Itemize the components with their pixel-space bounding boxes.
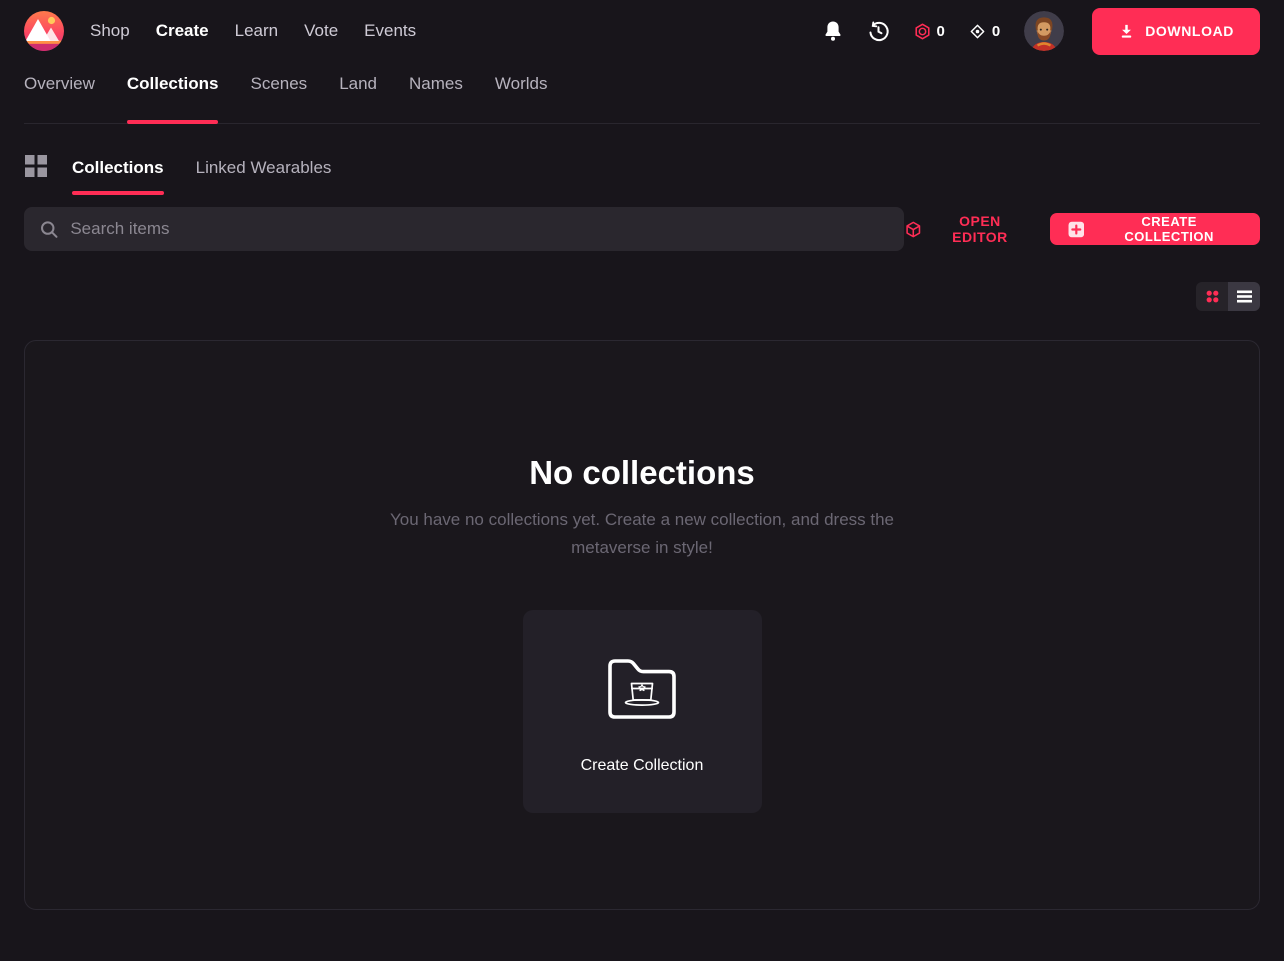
subnav-item-names[interactable]: Names xyxy=(409,74,463,123)
search-and-actions-row: OPEN EDITOR CREATE COLLECTION xyxy=(24,207,1260,251)
mana-balance[interactable]: 0 xyxy=(914,23,945,40)
polygon-mana-balance-value: 0 xyxy=(992,23,1000,40)
subnav-item-land[interactable]: Land xyxy=(339,74,377,123)
nav-item-create[interactable]: Create xyxy=(156,21,209,41)
plus-square-icon xyxy=(1068,221,1085,238)
search-icon xyxy=(40,220,58,239)
mana-balance-value: 0 xyxy=(937,23,945,40)
search-box[interactable] xyxy=(24,207,904,251)
actions: OPEN EDITOR CREATE COLLECTION xyxy=(904,213,1260,245)
nav-item-events[interactable]: Events xyxy=(364,21,416,41)
nav-item-shop[interactable]: Shop xyxy=(90,21,130,41)
open-editor-button[interactable]: OPEN EDITOR xyxy=(904,213,1030,245)
grid-squares-icon xyxy=(24,154,48,183)
top-navigation: Shop Create Learn Vote Events xyxy=(90,21,416,41)
decentraland-logo-icon[interactable] xyxy=(24,11,64,51)
create-collection-label: CREATE COLLECTION xyxy=(1096,214,1242,244)
download-button[interactable]: DOWNLOAD xyxy=(1092,8,1260,55)
polygon-mana-balance[interactable]: 0 xyxy=(969,23,1000,40)
nav-item-learn[interactable]: Learn xyxy=(235,21,278,41)
folder-hat-icon xyxy=(603,656,681,727)
builder-sub-navigation: Overview Collections Scenes Land Names W… xyxy=(24,62,1260,124)
subnav-item-worlds[interactable]: Worlds xyxy=(495,74,548,123)
download-label: DOWNLOAD xyxy=(1145,23,1234,39)
polygon-mana-icon xyxy=(969,23,986,40)
top-bar: Shop Create Learn Vote Events xyxy=(24,0,1260,62)
create-collection-button[interactable]: CREATE COLLECTION xyxy=(1050,213,1260,245)
tabs: Collections Linked Wearables xyxy=(72,158,331,195)
grid-view-icon xyxy=(1204,288,1221,305)
page: Shop Create Learn Vote Events xyxy=(0,0,1284,961)
view-toggle-row xyxy=(24,282,1260,311)
topbar-right: 0 0 xyxy=(823,8,1260,55)
user-avatar[interactable] xyxy=(1024,11,1064,51)
grid-view-button[interactable] xyxy=(1196,282,1228,311)
view-mode-toggle xyxy=(1196,282,1260,311)
mana-icon xyxy=(914,23,931,40)
activity-history-icon[interactable] xyxy=(867,20,890,43)
download-icon xyxy=(1118,23,1135,40)
open-editor-label: OPEN EDITOR xyxy=(930,213,1029,245)
subnav-item-overview[interactable]: Overview xyxy=(24,74,95,123)
subnav-item-scenes[interactable]: Scenes xyxy=(250,74,307,123)
list-view-button[interactable] xyxy=(1228,282,1260,311)
collections-tabs-row: Collections Linked Wearables xyxy=(24,158,1260,195)
create-collection-card-label: Create Collection xyxy=(581,757,704,775)
cube-icon xyxy=(904,220,923,239)
subnav-item-collections[interactable]: Collections xyxy=(127,74,219,123)
tab-collections[interactable]: Collections xyxy=(72,158,164,195)
tab-linked-wearables[interactable]: Linked Wearables xyxy=(196,158,332,195)
list-view-icon xyxy=(1236,289,1253,304)
empty-state-description: You have no collections yet. Create a ne… xyxy=(390,506,895,562)
collections-panel: No collections You have no collections y… xyxy=(24,340,1260,910)
search-input[interactable] xyxy=(70,219,887,239)
create-collection-card[interactable]: Create Collection xyxy=(523,610,762,813)
notifications-bell-icon[interactable] xyxy=(823,20,843,42)
nav-item-vote[interactable]: Vote xyxy=(304,21,338,41)
empty-state-title: No collections xyxy=(25,454,1259,492)
